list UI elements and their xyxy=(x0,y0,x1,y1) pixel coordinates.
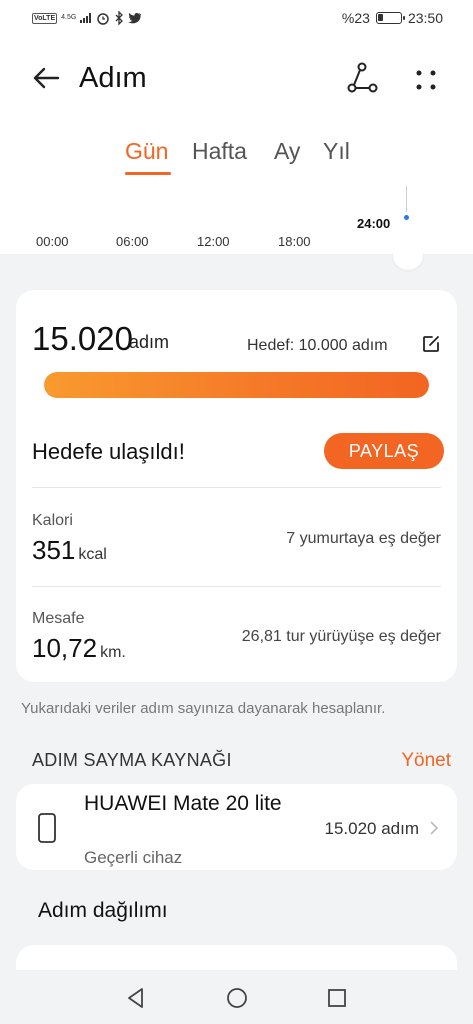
distance-equivalent: 26,81 tur yürüyüşe eş değer xyxy=(241,628,441,645)
network-type: 4.5G xyxy=(61,14,77,21)
steps-unit: adım xyxy=(129,332,170,352)
steps-count: 15.020 xyxy=(32,320,133,357)
distance-unit: km. xyxy=(100,644,126,661)
back-arrow-icon[interactable] xyxy=(30,62,62,94)
tick-label: 18:00 xyxy=(278,234,311,249)
steps-summary-card: 15.020 adım Hedef: 10.000 adım Hedefe ul… xyxy=(16,290,457,682)
tick-label: 12:00 xyxy=(197,234,230,249)
alarm-icon xyxy=(97,13,110,25)
battery-icon xyxy=(375,12,405,24)
device-steps: 15.020 adım xyxy=(324,819,419,838)
calories-number: 351 xyxy=(32,535,76,565)
nav-recent-apps-icon[interactable] xyxy=(325,986,349,1010)
day-timeline: 00:00 06:00 12:00 18:00 24:00 xyxy=(0,186,473,270)
calculation-note: Yukarıdaki veriler adım sayınıza dayanar… xyxy=(21,700,386,717)
route-icon[interactable] xyxy=(344,60,380,96)
tab-week[interactable]: Hafta xyxy=(192,138,247,165)
battery-fill xyxy=(377,14,383,21)
step-source-title: ADIM SAYMA KAYNAĞI xyxy=(32,750,232,770)
active-tab-indicator xyxy=(125,172,171,175)
volte-badge: VoLTE xyxy=(32,12,58,24)
distance-label: Mesafe xyxy=(32,610,85,627)
chevron-right-icon xyxy=(430,821,439,835)
progress-fill xyxy=(44,372,429,398)
period-tabs: Gün Hafta Ay Yıl xyxy=(0,138,473,178)
battery-percent: %23 xyxy=(341,10,370,26)
signal-bars-icon xyxy=(80,13,92,23)
goal-text: Hedef: 10.000 adım xyxy=(247,337,388,354)
distance-value: 10,72 km. xyxy=(32,633,126,664)
bluetooth-icon xyxy=(115,11,124,25)
step-distribution-title: Adım dağılımı xyxy=(38,899,168,922)
calories-value: 351 kcal xyxy=(32,535,107,566)
share-button[interactable]: PAYLAŞ xyxy=(324,433,444,469)
distance-number: 10,72 xyxy=(32,633,98,663)
tab-year[interactable]: Yıl xyxy=(323,138,350,165)
goal-reached-text: Hedefe ulaşıldı! xyxy=(32,439,185,464)
tick-label: 06:00 xyxy=(116,234,149,249)
nav-home-icon[interactable] xyxy=(225,986,249,1010)
manage-link[interactable]: Yönet xyxy=(401,750,451,772)
divider xyxy=(32,487,441,488)
phone-icon xyxy=(38,813,56,843)
calories-label: Kalori xyxy=(32,512,73,529)
page-title: Adım xyxy=(79,62,147,94)
status-bar: VoLTE 4.5G %23 23:50 xyxy=(0,0,473,38)
tab-day[interactable]: Gün xyxy=(125,138,168,165)
timeline-slider-handle[interactable] xyxy=(393,240,423,270)
step-source-card[interactable]: HUAWEI Mate 20 lite Geçerli cihaz 15.020… xyxy=(16,784,457,870)
device-status: Geçerli cihaz xyxy=(84,848,183,867)
divider xyxy=(32,586,441,587)
device-name: HUAWEI Mate 20 lite xyxy=(84,792,282,815)
tick-label: 00:00 xyxy=(36,234,69,249)
goal-progress-bar xyxy=(44,372,429,398)
twitter-icon xyxy=(128,12,142,24)
time-cursor-dot xyxy=(404,215,409,220)
edit-goal-icon[interactable] xyxy=(421,334,441,354)
status-right: %23 23:50 xyxy=(342,10,443,26)
more-icon[interactable] xyxy=(408,62,444,98)
time-cursor-line xyxy=(406,186,407,212)
clock: 23:50 xyxy=(407,10,443,26)
current-time-label: 24:00 xyxy=(357,216,391,231)
calories-unit: kcal xyxy=(78,546,107,563)
app-header: Adım xyxy=(0,50,473,106)
status-left: VoLTE 4.5G xyxy=(32,11,142,25)
calories-equivalent: 7 yumurtaya eş değer xyxy=(286,530,441,547)
nav-back-icon[interactable] xyxy=(124,986,148,1010)
system-nav-bar xyxy=(0,970,473,1024)
tab-month[interactable]: Ay xyxy=(274,138,300,165)
